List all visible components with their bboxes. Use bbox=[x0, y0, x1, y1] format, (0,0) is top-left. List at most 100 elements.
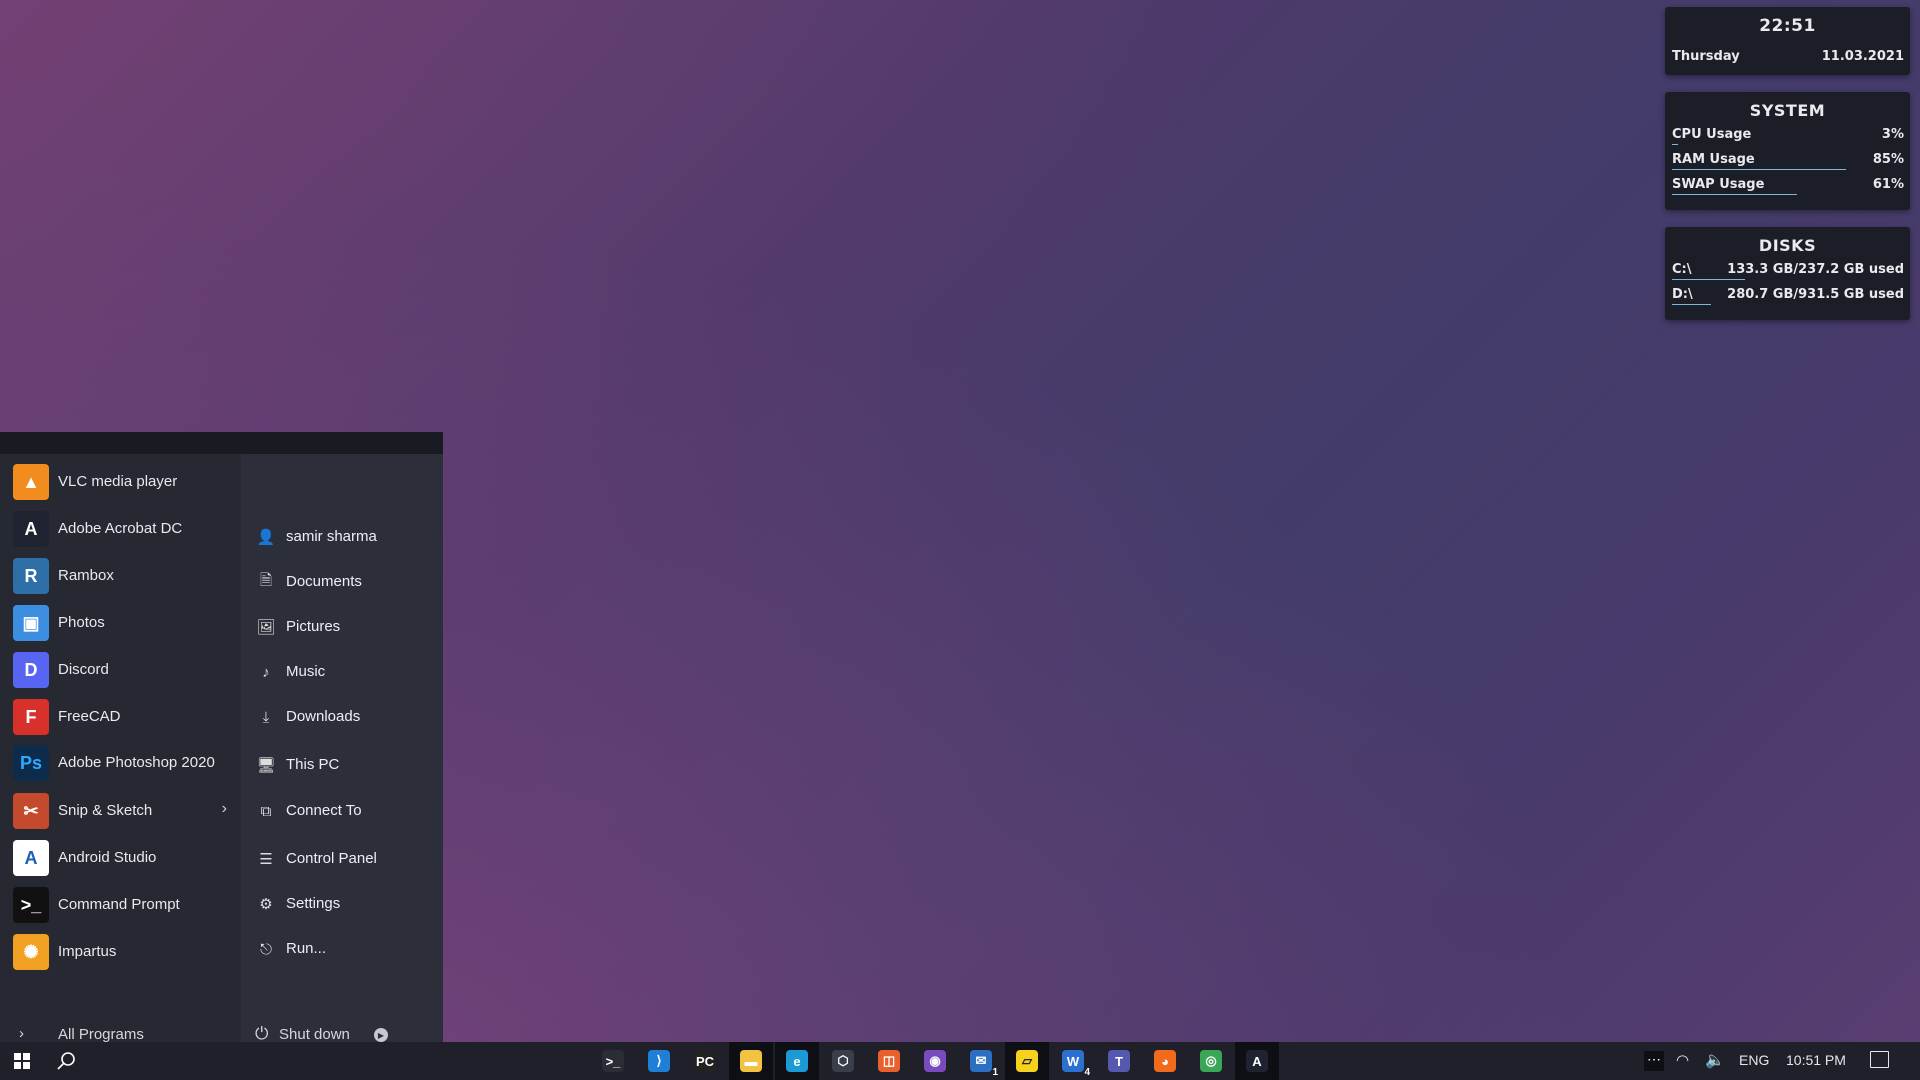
place-label: Connect To bbox=[286, 802, 362, 819]
place-item[interactable]: ⧉ Connect To bbox=[251, 792, 436, 828]
firefox-icon: ◕ bbox=[1154, 1050, 1176, 1072]
disk-usage-bar bbox=[1672, 304, 1711, 305]
system-row-label: CPU Usage bbox=[1672, 127, 1752, 142]
app-label: Snip & Sketch bbox=[58, 802, 153, 819]
app-item[interactable]: A Android Studio bbox=[0, 835, 241, 879]
music-icon: ♪ bbox=[262, 663, 270, 681]
system-row-label: RAM Usage bbox=[1672, 152, 1755, 167]
wifi-icon[interactable]: ◠ bbox=[1676, 1051, 1689, 1069]
gear-icon: ⚙ bbox=[259, 896, 273, 913]
place-item[interactable]: ☰ Control Panel bbox=[251, 840, 436, 876]
disk-row: C:\ 133.3 GB/237.2 GB used bbox=[1672, 260, 1904, 280]
taskbar-edge-button[interactable]: e bbox=[775, 1042, 819, 1080]
triangle-right-icon: ▶ bbox=[377, 1030, 385, 1040]
android-studio-icon: A bbox=[13, 840, 49, 876]
taskbar-firefox-button[interactable]: ◕ bbox=[1143, 1042, 1187, 1080]
all-programs-label: All Programs bbox=[58, 1026, 144, 1043]
app-item[interactable]: ▣ Photos bbox=[0, 600, 241, 644]
acrobat-icon: A bbox=[1246, 1050, 1268, 1072]
photos-icon: ▣ bbox=[13, 605, 49, 641]
taskbar-acrobat-button[interactable]: A bbox=[1235, 1042, 1279, 1080]
place-label: Downloads bbox=[286, 708, 361, 725]
app-item[interactable]: R Rambox bbox=[0, 553, 241, 597]
place-item[interactable]: ⚙ Settings bbox=[251, 885, 436, 921]
start-menu-places: 👤 samir sharma 🗎 Documents 🖼 Pictures ♪ Music ⤓ D… bbox=[241, 454, 443, 1043]
app-item[interactable]: ✂ Snip & Sketch › bbox=[0, 788, 241, 832]
app-item[interactable]: ▲ VLC media player bbox=[0, 459, 241, 503]
connect-icon: ⧉ bbox=[260, 802, 272, 820]
app-label: Photos bbox=[58, 614, 105, 631]
taskbar-hub-app-button[interactable]: ◉ bbox=[913, 1042, 957, 1080]
place-label: Music bbox=[286, 663, 326, 680]
place-item[interactable]: ⎋ Run... bbox=[251, 930, 436, 966]
system-row-value: 3% bbox=[1881, 127, 1904, 142]
taskbar-sticky-notes-button[interactable]: ▱ bbox=[1005, 1042, 1049, 1080]
place-item[interactable]: 👤 samir sharma bbox=[251, 518, 436, 554]
search-button[interactable] bbox=[44, 1042, 88, 1080]
volume-icon[interactable]: 🔈 bbox=[1705, 1050, 1725, 1070]
place-item[interactable]: 🖥 This PC bbox=[251, 746, 436, 782]
system-row: RAM Usage 85% bbox=[1672, 150, 1904, 170]
place-item[interactable]: 🗎 Documents bbox=[251, 563, 436, 599]
action-center-button[interactable] bbox=[1868, 1049, 1892, 1073]
freecad-icon: F bbox=[13, 699, 49, 735]
place-label: Documents bbox=[286, 573, 362, 590]
place-item[interactable]: 🖼 Pictures bbox=[251, 608, 436, 644]
clock-widget: 22:51 Thursday 11.03.2021 bbox=[1665, 7, 1910, 75]
disk-row-label: C:\ bbox=[1672, 262, 1692, 277]
taskbar-clock[interactable]: 10:51 PM bbox=[1786, 1052, 1846, 1068]
app-item[interactable]: F FreeCAD bbox=[0, 694, 241, 738]
taskbar-3d-viewer-button[interactable]: ⬡ bbox=[821, 1042, 865, 1080]
user-icon: 👤 bbox=[256, 529, 276, 546]
terminal-icon: >_ bbox=[602, 1050, 624, 1072]
usage-bar bbox=[1672, 169, 1846, 170]
disk-row-value: 280.7 GB/931.5 GB used bbox=[1727, 287, 1904, 302]
system-widget: SYSTEM CPU Usage 3% RAM Usage 85% SWAP Usage… bbox=[1665, 92, 1910, 210]
place-item[interactable]: ⤓ Downloads bbox=[251, 698, 436, 734]
shutdown-options-button[interactable]: ▶ bbox=[374, 1028, 388, 1042]
cmd-icon: >_ bbox=[13, 887, 49, 923]
system-row-value: 61% bbox=[1872, 177, 1904, 192]
app-item[interactable]: ✺ Impartus bbox=[0, 929, 241, 973]
system-row-label: SWAP Usage bbox=[1672, 177, 1765, 192]
power-icon: ⏻ bbox=[255, 1024, 269, 1043]
app-item[interactable]: >_ Command Prompt bbox=[0, 882, 241, 926]
disk-row-value: 133.3 GB/237.2 GB used bbox=[1727, 262, 1904, 277]
disks-title: DISKS bbox=[1758, 236, 1817, 255]
picture-icon: 🖼 bbox=[256, 619, 276, 636]
app-label: Command Prompt bbox=[58, 896, 180, 913]
system-row-value: 85% bbox=[1872, 152, 1904, 167]
taskbar-terminal-button[interactable]: >_ bbox=[591, 1042, 635, 1080]
app-label: Adobe Acrobat DC bbox=[58, 520, 183, 537]
taskbar-vscode-button[interactable]: ⟩ bbox=[637, 1042, 681, 1080]
file-explorer-icon: ▬ bbox=[740, 1050, 762, 1072]
taskbar-mail-button[interactable]: ✉ 1 bbox=[959, 1042, 1003, 1080]
clock-time: 22:51 bbox=[1759, 16, 1816, 36]
taskbar-teams-button[interactable]: T bbox=[1097, 1042, 1141, 1080]
start-button[interactable] bbox=[0, 1042, 44, 1080]
notification-badge: 4 bbox=[1084, 1067, 1090, 1078]
control-panel-icon: ☰ bbox=[259, 851, 273, 868]
taskbar-office-button[interactable]: ◫ bbox=[867, 1042, 911, 1080]
discord-icon: D bbox=[13, 652, 49, 688]
photoshop-icon: Ps bbox=[13, 745, 49, 781]
show-hidden-icons-button[interactable]: ⋯ bbox=[1644, 1051, 1664, 1071]
hub-app-icon: ◉ bbox=[924, 1050, 946, 1072]
taskbar-file-explorer-button[interactable]: ▬ bbox=[729, 1042, 773, 1080]
taskbar-chrome-button[interactable]: ◎ bbox=[1189, 1042, 1233, 1080]
disk-row: D:\ 280.7 GB/931.5 GB used bbox=[1672, 285, 1904, 305]
taskbar-pycharm-button[interactable]: PC bbox=[683, 1042, 727, 1080]
usage-bar bbox=[1672, 144, 1679, 145]
app-item[interactable]: A Adobe Acrobat DC bbox=[0, 506, 241, 550]
taskbar-word-button[interactable]: W4 bbox=[1051, 1042, 1095, 1080]
place-item[interactable]: ♪ Music bbox=[251, 653, 436, 689]
place-label: Pictures bbox=[286, 618, 341, 635]
clock-day: Thursday bbox=[1672, 49, 1740, 64]
impartus-icon: ✺ bbox=[13, 934, 49, 970]
notification-badge: 1 bbox=[992, 1067, 998, 1078]
app-item[interactable]: Ps Adobe Photoshop 2020 bbox=[0, 740, 241, 784]
app-item[interactable]: D Discord bbox=[0, 647, 241, 691]
language-indicator[interactable]: ENG bbox=[1739, 1052, 1769, 1068]
place-label: Control Panel bbox=[286, 850, 377, 867]
app-label: VLC media player bbox=[58, 473, 178, 490]
